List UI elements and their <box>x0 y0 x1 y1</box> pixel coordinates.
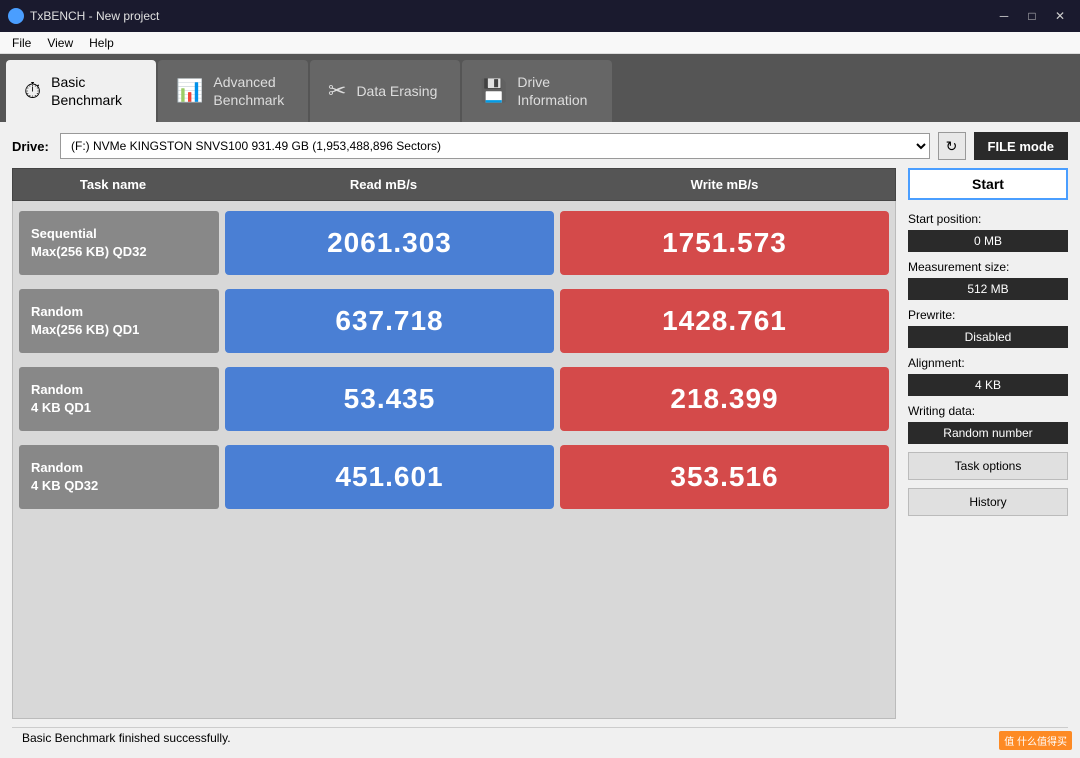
window-controls: ─ □ ✕ <box>992 6 1072 26</box>
data-erasing-icon: ✂ <box>328 78 346 104</box>
file-mode-button[interactable]: FILE mode <box>974 132 1068 160</box>
menu-view[interactable]: View <box>39 34 81 52</box>
drive-label: Drive: <box>12 139 52 154</box>
advanced-benchmark-icon: 📊 <box>176 78 203 104</box>
read-value-3: 451.601 <box>225 445 554 509</box>
drive-refresh-button[interactable]: ↻ <box>938 132 966 160</box>
window-title: TxBENCH - New project <box>30 9 159 23</box>
read-value-0: 2061.303 <box>225 211 554 275</box>
status-text: Basic Benchmark finished successfully. <box>22 731 231 745</box>
prewrite-label: Prewrite: <box>908 308 1068 322</box>
benchmark-table: Task name Read mB/s Write mB/s Sequentia… <box>12 168 896 719</box>
table-row: RandomMax(256 KB) QD1 637.718 1428.761 <box>13 285 895 357</box>
right-panel: Start Start position: 0 MB Measurement s… <box>908 168 1068 719</box>
tab-basic-benchmark[interactable]: ⏱ BasicBenchmark <box>6 60 156 122</box>
tab-basic-label: BasicBenchmark <box>51 73 122 109</box>
tab-data-erasing[interactable]: ✂ Data Erasing <box>310 60 460 122</box>
table-body: SequentialMax(256 KB) QD32 2061.303 1751… <box>12 201 896 719</box>
table-row: Random4 KB QD1 53.435 218.399 <box>13 363 895 435</box>
measurement-size-value: 512 MB <box>908 278 1068 300</box>
table-row: Random4 KB QD32 451.601 353.516 <box>13 441 895 513</box>
task-label-1: RandomMax(256 KB) QD1 <box>19 289 219 353</box>
start-position-value: 0 MB <box>908 230 1068 252</box>
title-bar-left: TxBENCH - New project <box>8 8 159 24</box>
tab-erasing-label: Data Erasing <box>356 82 437 100</box>
task-options-button[interactable]: Task options <box>908 452 1068 480</box>
write-value-1: 1428.761 <box>560 289 889 353</box>
app-icon <box>8 8 24 24</box>
write-value-2: 218.399 <box>560 367 889 431</box>
measurement-size-label: Measurement size: <box>908 260 1068 274</box>
tab-drive-label: DriveInformation <box>517 73 587 109</box>
menu-file[interactable]: File <box>4 34 39 52</box>
table-row: SequentialMax(256 KB) QD32 2061.303 1751… <box>13 207 895 279</box>
tab-drive-information[interactable]: 💾 DriveInformation <box>462 60 612 122</box>
close-button[interactable]: ✕ <box>1048 6 1072 26</box>
status-bar: Basic Benchmark finished successfully. <box>12 727 1068 748</box>
read-value-2: 53.435 <box>225 367 554 431</box>
write-value-0: 1751.573 <box>560 211 889 275</box>
start-button[interactable]: Start <box>908 168 1068 200</box>
writing-data-value: Random number <box>908 422 1068 444</box>
maximize-button[interactable]: □ <box>1020 6 1044 26</box>
prewrite-value: Disabled <box>908 326 1068 348</box>
tab-bar: ⏱ BasicBenchmark 📊 AdvancedBenchmark ✂ D… <box>0 54 1080 122</box>
drive-info-icon: 💾 <box>480 78 507 104</box>
alignment-label: Alignment: <box>908 356 1068 370</box>
task-label-3: Random4 KB QD32 <box>19 445 219 509</box>
menu-help[interactable]: Help <box>81 34 122 52</box>
col-header-task: Task name <box>13 169 213 200</box>
basic-benchmark-icon: ⏱ <box>24 78 41 104</box>
history-button[interactable]: History <box>908 488 1068 516</box>
content-area: Task name Read mB/s Write mB/s Sequentia… <box>12 168 1068 719</box>
menu-bar: File View Help <box>0 32 1080 54</box>
col-header-write: Write mB/s <box>554 169 895 200</box>
alignment-value: 4 KB <box>908 374 1068 396</box>
table-header: Task name Read mB/s Write mB/s <box>12 168 896 201</box>
task-label-0: SequentialMax(256 KB) QD32 <box>19 211 219 275</box>
drive-row: Drive: (F:) NVMe KINGSTON SNVS100 931.49… <box>12 132 1068 160</box>
read-value-1: 637.718 <box>225 289 554 353</box>
tab-advanced-label: AdvancedBenchmark <box>213 73 284 109</box>
drive-select[interactable]: (F:) NVMe KINGSTON SNVS100 931.49 GB (1,… <box>60 133 930 159</box>
main-content: Drive: (F:) NVMe KINGSTON SNVS100 931.49… <box>0 122 1080 758</box>
title-bar: TxBENCH - New project ─ □ ✕ <box>0 0 1080 32</box>
col-header-read: Read mB/s <box>213 169 554 200</box>
tab-advanced-benchmark[interactable]: 📊 AdvancedBenchmark <box>158 60 308 122</box>
minimize-button[interactable]: ─ <box>992 6 1016 26</box>
writing-data-label: Writing data: <box>908 404 1068 418</box>
task-label-2: Random4 KB QD1 <box>19 367 219 431</box>
write-value-3: 353.516 <box>560 445 889 509</box>
start-position-label: Start position: <box>908 212 1068 226</box>
